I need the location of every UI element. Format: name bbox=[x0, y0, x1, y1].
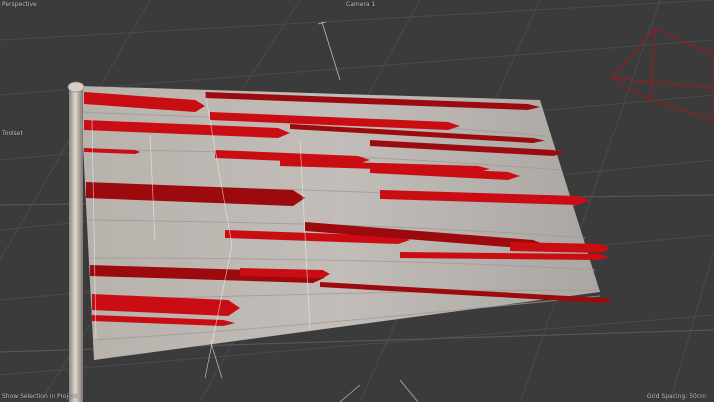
flag-pole[interactable] bbox=[67, 81, 85, 402]
transform-manipulator-icon[interactable] bbox=[209, 339, 419, 402]
camera-name-label[interactable]: Camera 1 bbox=[346, 1, 375, 8]
axis-gizmo-icon bbox=[317, 21, 341, 81]
camera-frustum-icon[interactable] bbox=[611, 27, 714, 121]
status-selection-label[interactable]: Show Selection in Project bbox=[2, 393, 78, 400]
grid-spacing-label: Grid Spacing: 50cm bbox=[646, 393, 706, 400]
viewport-scene[interactable] bbox=[0, 0, 714, 402]
3d-viewport[interactable]: Perspective Camera 1 Toolset Show Select… bbox=[0, 0, 714, 402]
toolset-label: Toolset bbox=[2, 130, 23, 137]
viewport-name-label[interactable]: Perspective bbox=[2, 1, 37, 8]
